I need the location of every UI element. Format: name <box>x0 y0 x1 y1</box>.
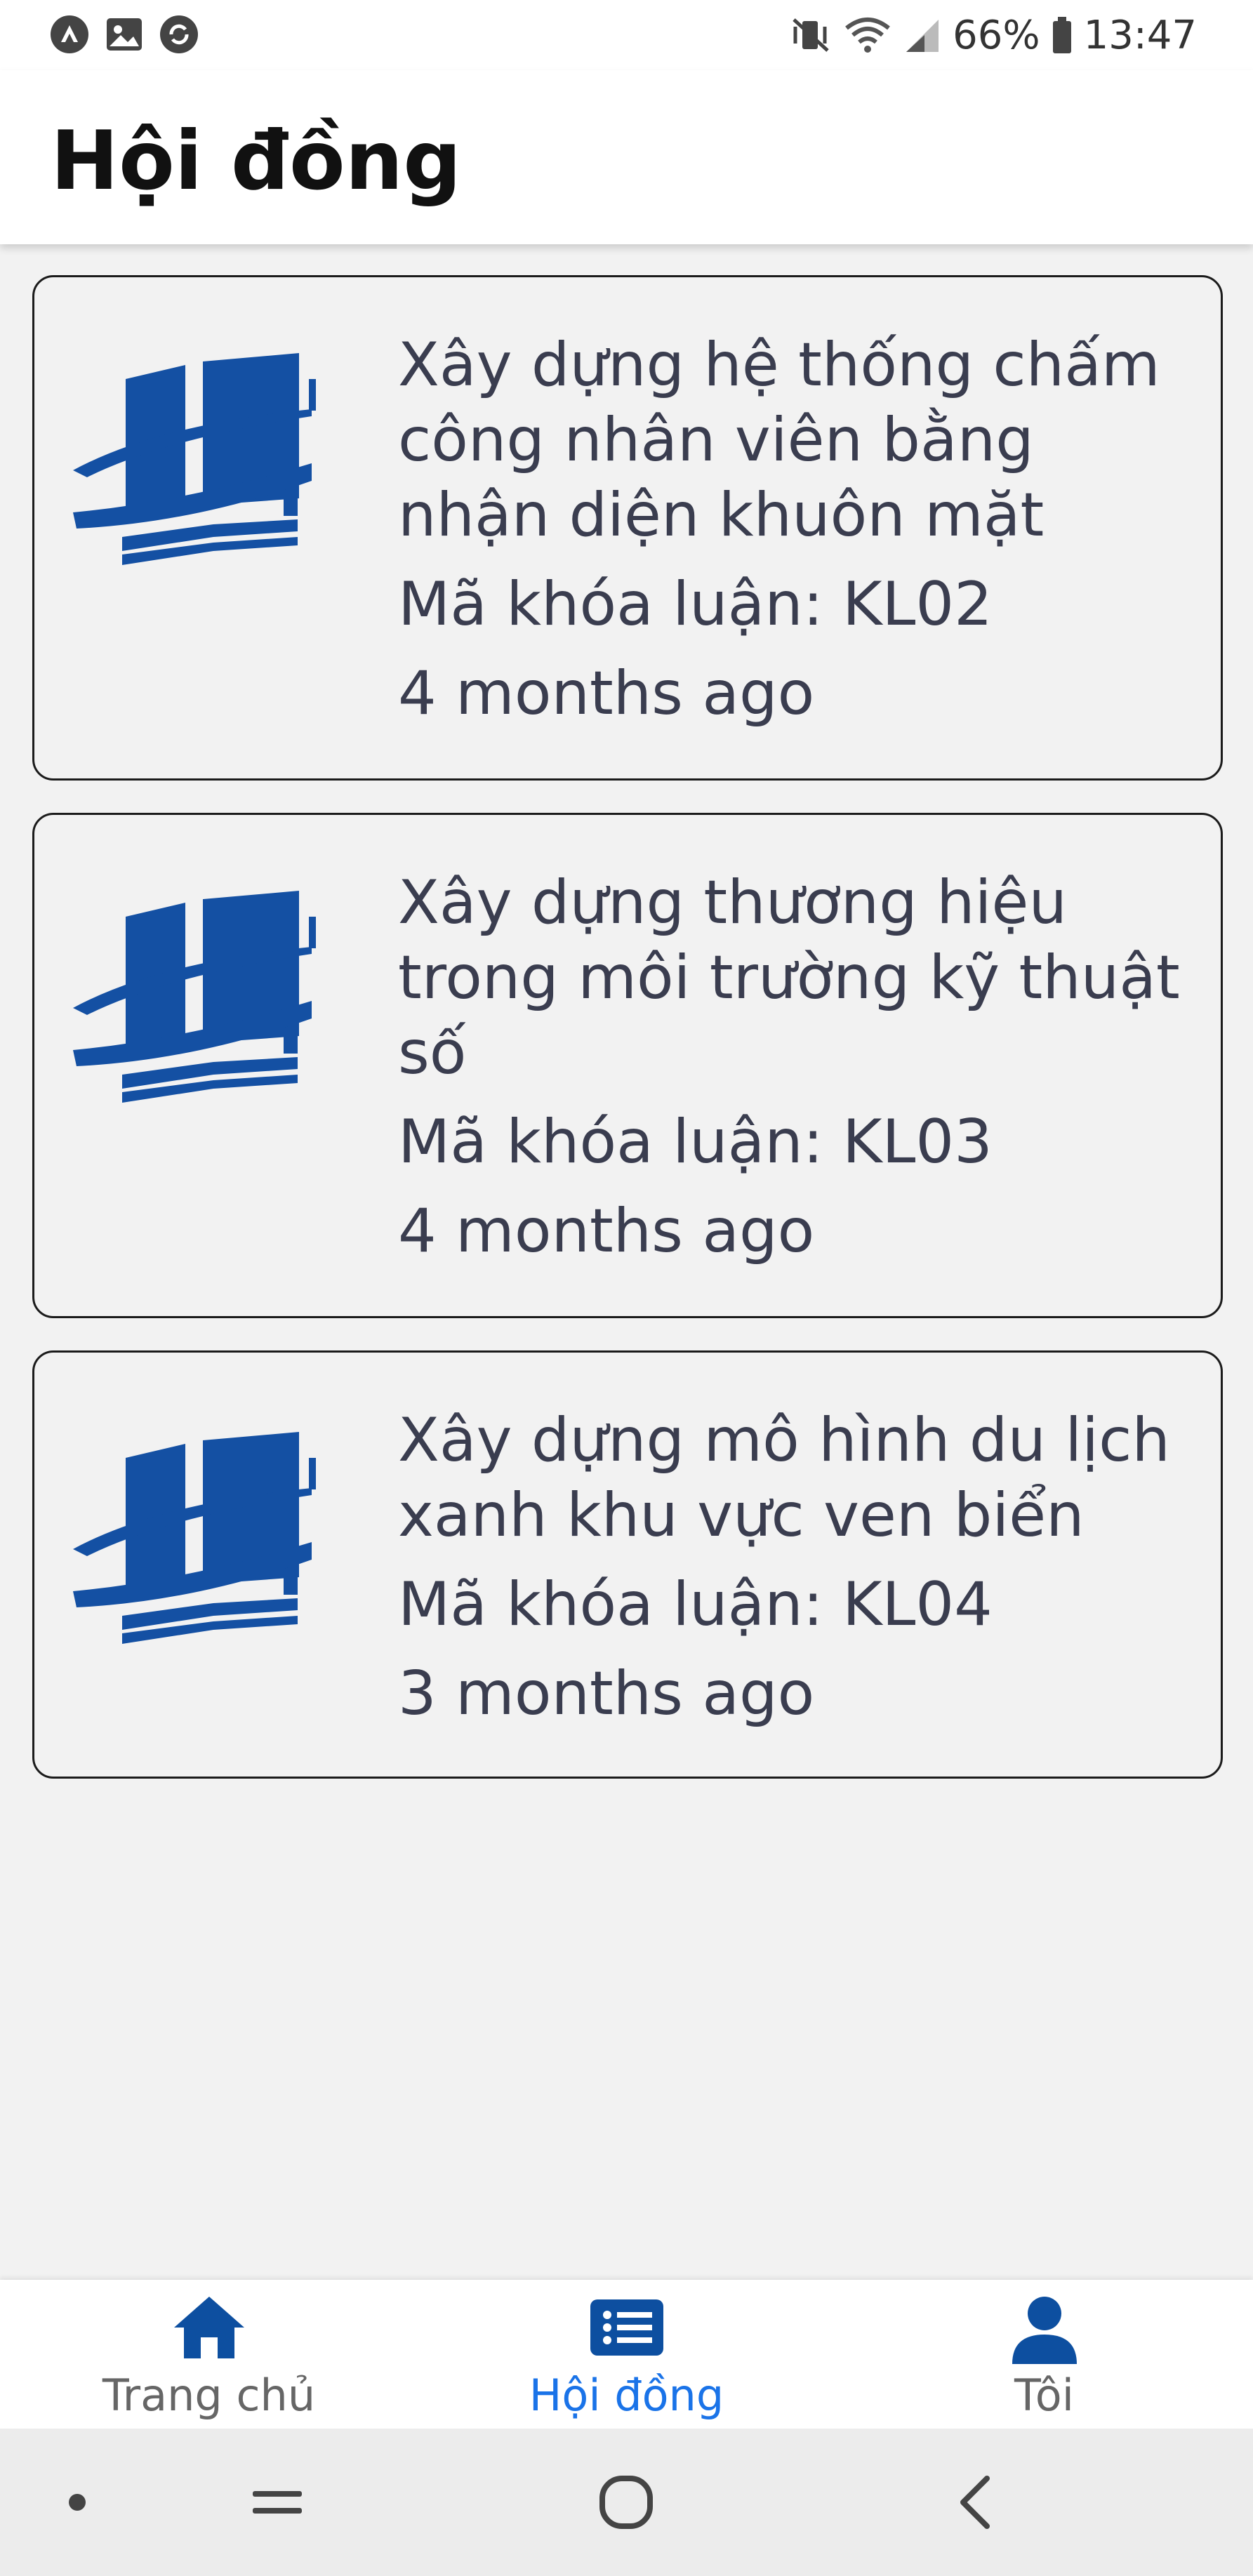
thesis-card[interactable]: Xây dựng mô hình du lịch xanh khu vực ve… <box>32 1350 1223 1779</box>
thesis-title: Xây dựng thương hiệu trong môi trường kỹ… <box>398 868 1180 1088</box>
status-bar: 66% 13:47 <box>0 0 1253 70</box>
gallery-icon <box>107 18 142 51</box>
messenger-icon <box>51 15 88 53</box>
thesis-card[interactable]: Xây dựng hệ thống chấm công nhân viên bằ… <box>32 275 1223 781</box>
nav-item-council[interactable]: Hội đồng <box>418 2280 835 2429</box>
sync-icon <box>160 15 198 53</box>
mute-vibrate-icon <box>793 18 829 52</box>
dot-icon <box>69 2494 86 2511</box>
thesis-code: Mã khóa luận: KL04 <box>398 1569 993 1640</box>
thesis-time: 4 months ago <box>398 1196 815 1266</box>
notification-icons <box>49 14 199 55</box>
thesis-time: 3 months ago <box>398 1659 815 1729</box>
clock: 13:47 <box>1083 12 1197 58</box>
app-header: Hội đồng <box>0 70 1253 244</box>
recent-apps-button[interactable] <box>239 2429 316 2576</box>
list-icon <box>590 2299 663 2356</box>
nav-item-home[interactable]: Trang chủ <box>0 2280 418 2429</box>
battery-icon <box>1052 17 1071 53</box>
signal-icon <box>906 20 939 52</box>
book-logo-icon <box>73 353 316 565</box>
system-navigation-bar <box>0 2429 1253 2576</box>
battery-percent: 66% <box>953 12 1040 58</box>
system-status: 66% 13:47 <box>790 8 1197 62</box>
thesis-list: Xây dựng hệ thống chấm công nhân viên bằ… <box>32 275 1223 1811</box>
thesis-time: 4 months ago <box>398 658 815 729</box>
thesis-card-text: Xây dựng mô hình du lịch xanh khu vực ve… <box>398 1403 1191 1732</box>
thesis-title: Xây dựng hệ thống chấm công nhân viên bằ… <box>398 330 1160 550</box>
nav-item-me[interactable]: Tôi <box>835 2280 1253 2429</box>
nav-label-home: Trang chủ <box>102 2370 316 2421</box>
bottom-navigation: Trang chủ Hội đồng Tôi <box>0 2280 1253 2429</box>
book-logo-icon <box>73 1432 316 1644</box>
thesis-card[interactable]: Xây dựng thương hiệu trong môi trường kỹ… <box>32 813 1223 1318</box>
thesis-code: Mã khóa luận: KL02 <box>398 569 993 639</box>
dot-button[interactable] <box>56 2429 98 2576</box>
nav-label-me: Tôi <box>1014 2370 1074 2421</box>
recent-apps-icon <box>253 2491 302 2514</box>
back-icon <box>960 2476 990 2529</box>
book-logo-icon <box>73 891 316 1103</box>
nav-label-council: Hội đồng <box>529 2370 724 2421</box>
thesis-card-text: Xây dựng thương hiệu trong môi trường kỹ… <box>398 865 1191 1269</box>
person-icon <box>1012 2297 1077 2364</box>
home-button[interactable] <box>584 2429 668 2576</box>
thesis-code: Mã khóa luận: KL03 <box>398 1107 993 1177</box>
back-button[interactable] <box>941 2429 1011 2576</box>
thesis-card-text: Xây dựng hệ thống chấm công nhân viên bằ… <box>398 328 1191 731</box>
page-title: Hội đồng <box>51 114 462 208</box>
thesis-title: Xây dựng mô hình du lịch xanh khu vực ve… <box>398 1405 1170 1551</box>
home-circle-icon <box>599 2476 653 2529</box>
home-icon <box>173 2297 244 2358</box>
wifi-icon <box>845 18 891 53</box>
